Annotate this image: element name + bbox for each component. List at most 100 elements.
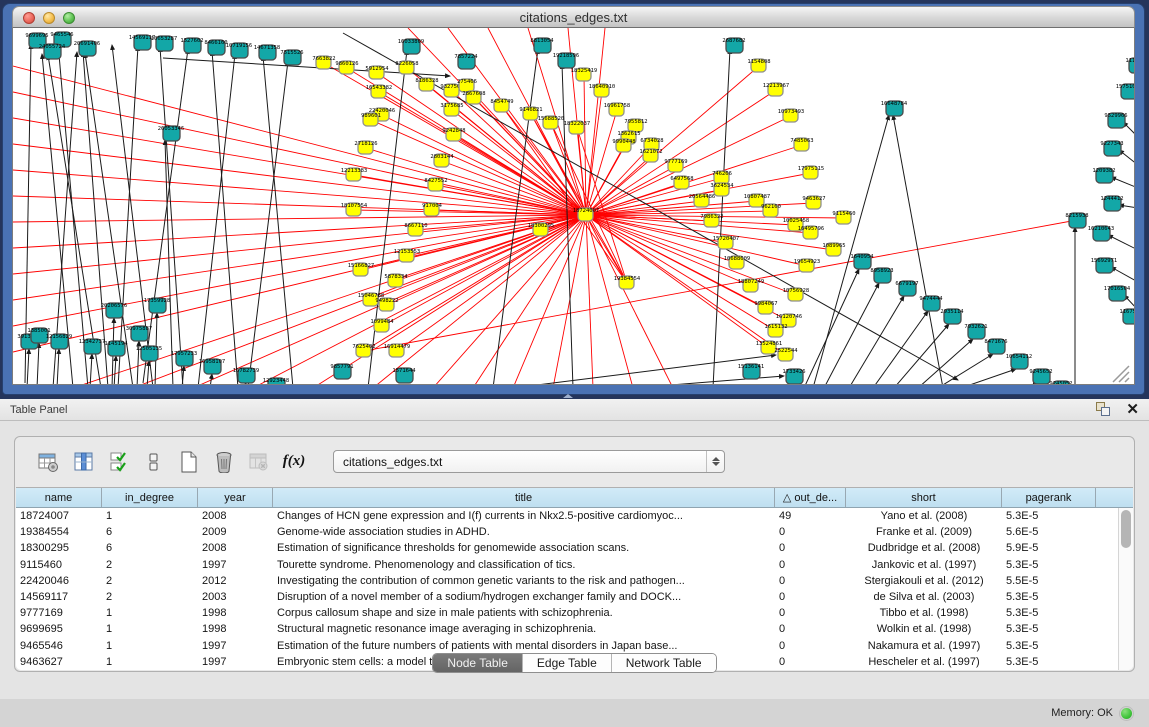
yellow-graph-node[interactable]: 18640910 <box>589 84 616 97</box>
yellow-graph-node[interactable]: 9990448 <box>612 139 635 152</box>
teal-graph-node[interactable]: 26053346 <box>158 126 185 141</box>
red-citation-edge[interactable] <box>586 215 776 331</box>
teal-graph-node[interactable]: 9227343 <box>1100 141 1123 156</box>
black-citation-edge[interactable] <box>893 115 943 385</box>
table-row[interactable]: 969969511998Structural magnetic resonanc… <box>16 621 1133 637</box>
teal-graph-node[interactable]: 12505135 <box>136 346 163 361</box>
yellow-graph-node[interactable]: 1099484 <box>370 319 394 332</box>
minimize-window-button[interactable] <box>43 12 55 24</box>
yellow-graph-node[interactable]: 15166827 <box>348 263 375 276</box>
column-header-year[interactable]: year <box>198 488 273 507</box>
yellow-graph-node[interactable]: 10756928 <box>783 288 810 301</box>
red-citation-edge[interactable] <box>586 215 633 385</box>
teal-graph-node[interactable]: 16210643 <box>1088 226 1115 241</box>
column-header-title[interactable]: title <box>273 488 775 507</box>
teal-graph-node[interactable]: 30975887 <box>126 326 153 341</box>
red-citation-edge[interactable] <box>13 144 586 215</box>
yellow-graph-node[interactable]: 9860126 <box>335 61 358 74</box>
yellow-graph-node[interactable]: 9115460 <box>832 211 855 224</box>
yellow-graph-node[interactable]: 989601 <box>361 113 381 126</box>
black-citation-edge[interactable] <box>1111 177 1135 188</box>
teal-graph-node[interactable]: 10719156 <box>226 43 253 58</box>
red-citation-edge[interactable] <box>13 215 586 222</box>
black-citation-edge[interactable] <box>212 51 238 385</box>
show-columns-icon[interactable] <box>72 450 96 474</box>
teal-graph-node[interactable]: 1112544 <box>1125 58 1135 73</box>
float-panel-icon[interactable] <box>1096 402 1112 417</box>
yellow-graph-node[interactable]: 2522544 <box>774 348 798 361</box>
table-row[interactable]: 2242004622012Investigating the contribut… <box>16 573 1133 589</box>
red-citation-edge[interactable] <box>366 148 586 215</box>
yellow-graph-node[interactable]: 17975115 <box>798 166 825 179</box>
yellow-graph-node[interactable]: 1621072 <box>639 149 662 162</box>
table-row[interactable]: 946554611997Estimation of the future num… <box>16 638 1133 654</box>
teal-graph-node[interactable]: 1244412 <box>1100 196 1123 211</box>
yellow-graph-node[interactable]: 12213967 <box>763 83 790 96</box>
yellow-graph-node[interactable]: 917004 <box>422 203 443 216</box>
teal-graph-node[interactable]: 17957233 <box>171 351 198 366</box>
tab-network-table[interactable]: Network Table <box>612 654 716 672</box>
red-citation-edge[interactable] <box>586 91 602 215</box>
table-row[interactable]: 1938455462009Genome-wide association stu… <box>16 524 1133 540</box>
yellow-graph-node[interactable]: 19384554 <box>614 276 641 289</box>
stacked-boxes-icon[interactable] <box>142 450 166 474</box>
yellow-graph-node[interactable]: 1154808 <box>747 59 770 72</box>
table-row[interactable]: 1872400712008Changes of HCN gene express… <box>16 508 1133 524</box>
red-citation-edge[interactable] <box>586 215 593 385</box>
teal-graph-node[interactable]: 15692971 <box>1091 258 1118 273</box>
yellow-graph-node[interactable]: 9463627 <box>802 196 825 209</box>
yellow-graph-node[interactable]: 9984067 <box>754 301 777 314</box>
teal-graph-node[interactable]: 6679197 <box>895 281 918 296</box>
black-citation-edge[interactable] <box>1108 235 1135 250</box>
table-settings-icon[interactable] <box>37 450 61 474</box>
teal-graph-node[interactable]: 12156829 <box>46 334 73 349</box>
black-citation-edge[interactable] <box>983 384 1038 385</box>
teal-graph-node[interactable]: 1733426 <box>782 369 805 384</box>
split-pane-handle[interactable] <box>563 394 573 398</box>
red-citation-edge[interactable] <box>467 86 586 215</box>
yellow-graph-node[interactable]: 2718126 <box>354 141 377 154</box>
yellow-graph-node[interactable]: 7485063 <box>790 138 813 151</box>
teal-graph-node[interactable]: 1209382 <box>1092 168 1115 183</box>
yellow-graph-node[interactable]: 16961758 <box>604 103 631 116</box>
yellow-graph-node[interactable]: 3175685 <box>440 103 463 116</box>
black-citation-edge[interactable] <box>210 374 212 385</box>
black-citation-edge[interactable] <box>83 52 108 385</box>
black-citation-edge[interactable] <box>57 349 59 385</box>
red-citation-edge[interactable] <box>513 215 586 385</box>
column-header-in_degree[interactable]: in_degree <box>102 488 198 507</box>
teal-graph-node[interactable]: 12342737 <box>79 339 106 354</box>
yellow-graph-node[interactable]: 15720407 <box>713 236 740 249</box>
checklist-icon[interactable] <box>107 450 131 474</box>
delete-column-icon[interactable] <box>212 450 236 474</box>
black-citation-edge[interactable] <box>114 356 116 385</box>
column-header-pagerank[interactable]: pagerank <box>1002 488 1096 507</box>
yellow-graph-node[interactable]: 15688520 <box>538 116 565 129</box>
yellow-graph-node[interactable]: 18807249 <box>738 279 765 292</box>
teal-graph-node[interactable]: 1527602 <box>180 38 203 53</box>
red-citation-edge[interactable] <box>442 161 586 215</box>
teal-graph-node[interactable]: 2687682 <box>722 38 745 53</box>
yellow-graph-node[interactable]: 8226058 <box>395 61 418 74</box>
red-citation-edge[interactable] <box>382 115 586 215</box>
black-citation-edge[interactable] <box>804 269 859 385</box>
yellow-graph-node[interactable]: 2803144 <box>430 154 454 167</box>
table-row[interactable]: 1830029562008Estimation of significance … <box>16 540 1133 556</box>
teal-graph-node[interactable]: 1167533 <box>1119 309 1135 324</box>
teal-graph-node[interactable]: 8471676 <box>984 339 1007 354</box>
teal-graph-node[interactable]: 1640954 <box>850 254 874 269</box>
yellow-graph-node[interactable]: 10688609 <box>724 256 751 269</box>
teal-graph-node[interactable]: 7515526 <box>280 50 303 65</box>
teal-graph-node[interactable]: 8813054 <box>530 38 554 53</box>
teal-graph-node[interactable]: 17359928 <box>144 298 171 313</box>
column-header-name[interactable]: name <box>16 488 102 507</box>
table-vertical-scrollbar[interactable] <box>1118 508 1133 670</box>
column-header-short[interactable]: short <box>846 488 1002 507</box>
black-citation-edge[interactable] <box>90 354 92 385</box>
black-citation-edge[interactable] <box>37 343 39 385</box>
black-citation-edge[interactable] <box>143 49 188 383</box>
table-selector-dropdown[interactable]: citations_edges.txt <box>333 450 725 473</box>
teal-graph-node[interactable]: 14671358 <box>254 45 281 60</box>
black-citation-edge[interactable] <box>1111 267 1135 282</box>
network-window-titlebar[interactable]: citations_edges.txt <box>12 6 1135 28</box>
